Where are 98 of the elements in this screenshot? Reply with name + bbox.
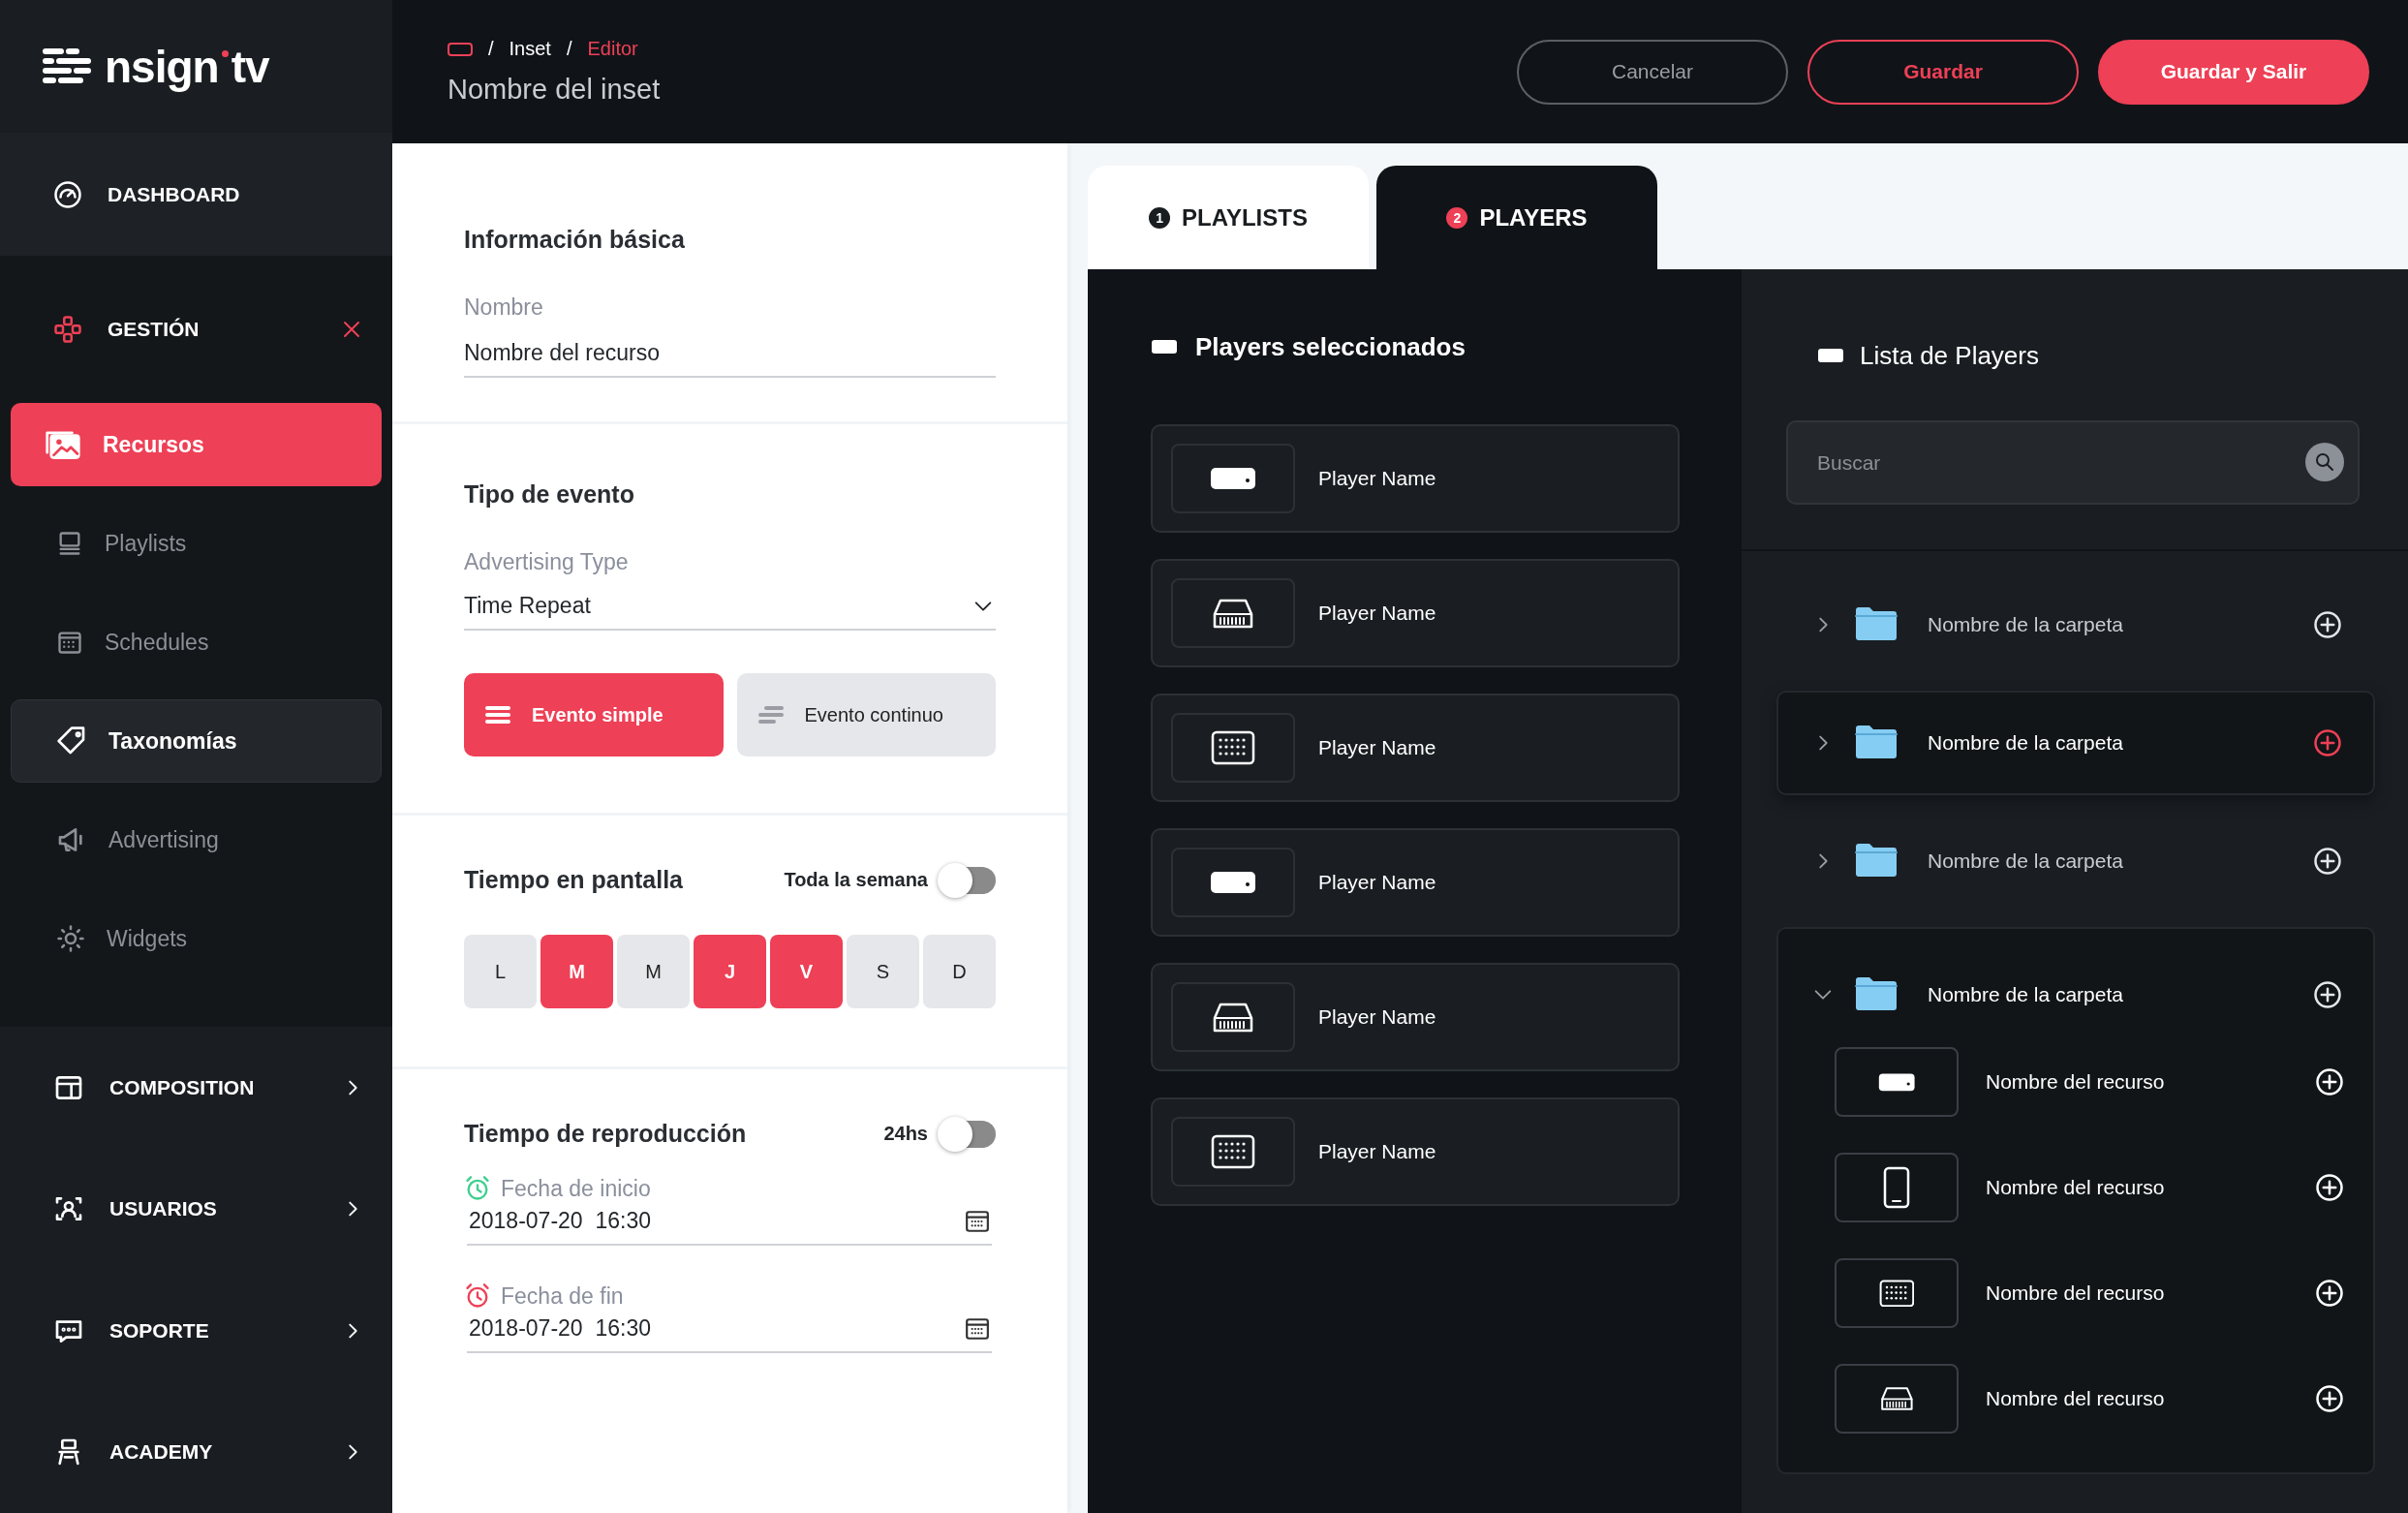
player-card[interactable]: Player Name [1151,424,1680,533]
weekday-button[interactable]: S [847,935,919,1008]
weekday-button[interactable]: M [540,935,613,1008]
lines-icon [757,705,784,725]
images-icon [45,428,81,462]
folder-icon [1854,974,1899,1011]
calendar-icon [965,1316,990,1341]
nav-group-header[interactable]: GESTIÓN [0,256,392,404]
plus-circle-icon [2313,728,2342,757]
player-icon [1817,348,1844,363]
tab[interactable]: 2 PLAYERS [1376,166,1657,269]
router-icon [1211,597,1255,630]
section-title: Tiempo en pantalla [464,866,683,894]
resource-item[interactable]: Nombre del recurso [1835,1364,2344,1434]
weekday-button[interactable]: V [770,935,843,1008]
resource-item[interactable]: Nombre del recurso [1835,1153,2344,1222]
breadcrumb-separator: / [488,38,494,60]
nav-group-header[interactable]: COMPOSITION [0,1027,392,1149]
folder-icon [1854,841,1899,878]
type-dropdown[interactable]: Time Repeat [464,587,996,631]
nav-subitem[interactable]: Playlists [11,502,382,586]
router-icon [1878,1385,1915,1412]
field-label: Advertising Type [464,549,630,575]
nav-subitem[interactable]: Widgets [11,897,382,981]
plus-circle-icon [2313,980,2342,1009]
weekday-button[interactable]: D [923,935,996,1008]
lines-icon [485,705,510,725]
nav-group-header[interactable]: USUARIOS [0,1148,392,1271]
player-card[interactable]: Player Name [1151,1097,1680,1206]
field-label: Nombre [464,294,544,321]
event-type-button[interactable]: Evento continuo [736,673,996,756]
plus-circle-icon [2313,847,2342,876]
nav-subitem[interactable]: Advertising [11,798,382,882]
folder-item[interactable]: Nombre de la carpeta [1776,572,2375,677]
plus-circle-icon [2315,1384,2344,1413]
toggle-label: Toda la semana [784,869,928,891]
gamepad-icon [53,315,82,345]
plus-circle-icon [2315,1067,2344,1096]
player-card[interactable]: Player Name [1151,559,1680,667]
tab[interactable]: 1 PLAYLISTS [1088,166,1369,269]
date-input-field[interactable]: 2018-07-20 16:30 [467,1310,992,1353]
plus-circle-icon [2315,1173,2344,1202]
media-player-icon [1877,1071,1916,1093]
nav-subitem[interactable]: Schedules [11,601,382,685]
tablet-icon [1882,1166,1911,1209]
weekday-button[interactable]: M [617,935,690,1008]
keypad-icon [1211,1134,1255,1169]
player-card[interactable]: Player Name [1151,694,1680,802]
nav-subitem[interactable]: Recursos [11,403,382,487]
field-label: Fecha de fin [501,1282,624,1310]
panel-title: Players seleccionados [1195,331,1466,362]
keypad-icon [1878,1279,1915,1308]
plus-circle-icon [2315,1279,2344,1308]
weekday-button[interactable]: J [694,935,766,1008]
toggle-label: 24hs [883,1123,928,1145]
save-button[interactable]: Guardar [1807,39,2079,105]
save-exit-button[interactable]: Guardar y Salir [2098,39,2369,105]
section-title: Tipo de evento [464,480,635,509]
breadcrumb-separator: / [566,38,572,60]
logo-text: nsign tv [105,40,269,93]
section-title: Tiempo de reproducción [464,1120,747,1148]
folder-item[interactable]: Nombre de la carpeta Nombre del recurso Nombre del recurso Nombre del recurso Nombre del recurso [1776,927,2375,1474]
cancel-button[interactable]: Cancelar [1517,39,1788,105]
sun-icon [56,924,85,954]
plus-circle-icon [2313,610,2342,639]
search-glyph-icon [2313,450,2336,474]
nav-group-header[interactable]: SOPORTE [0,1270,392,1392]
player-card[interactable]: Player Name [1151,963,1680,1071]
date-input-field[interactable]: 2018-07-20 16:30 [467,1202,992,1246]
folder-item[interactable]: Nombre de la carpeta [1776,809,2375,913]
name-input-field[interactable]: Nombre del recurso [464,332,996,378]
router-icon [1211,1001,1255,1034]
field-label: Fecha de inicio [501,1175,651,1202]
folder-item[interactable]: Nombre de la carpeta [1776,691,2375,795]
calendar-icon [965,1209,990,1233]
panel-title: Lista de Players [1860,340,2039,371]
logo-mark-icon [43,46,91,86]
nav-subitem[interactable]: Taxonomías [11,699,382,784]
nav-group-header[interactable]: ACADEMY [0,1391,392,1513]
event-type-button[interactable]: Evento simple [464,673,724,756]
folder-icon [1854,604,1899,641]
player-icon [448,41,473,57]
breadcrumb-link[interactable]: Editor [587,38,638,60]
search-field[interactable]: Buscar [1786,420,2360,505]
media-player-icon [1210,466,1256,491]
resource-item[interactable]: Nombre del recurso [1835,1258,2344,1328]
section-title: Información básica [464,226,686,254]
player-icon [1151,339,1178,355]
weekday-button[interactable]: L [464,935,537,1008]
gauge-icon [53,179,82,209]
folder-icon [1854,723,1899,759]
player-card[interactable]: Player Name [1151,828,1680,937]
resource-item[interactable]: Nombre del recurso [1835,1047,2344,1117]
nav-item[interactable]: DASHBOARD [0,133,392,257]
keypad-icon [1211,730,1255,765]
breadcrumb-link[interactable]: Inset [509,38,551,60]
page-title: Nombre del inset [448,74,662,106]
media-player-icon [1210,870,1256,895]
